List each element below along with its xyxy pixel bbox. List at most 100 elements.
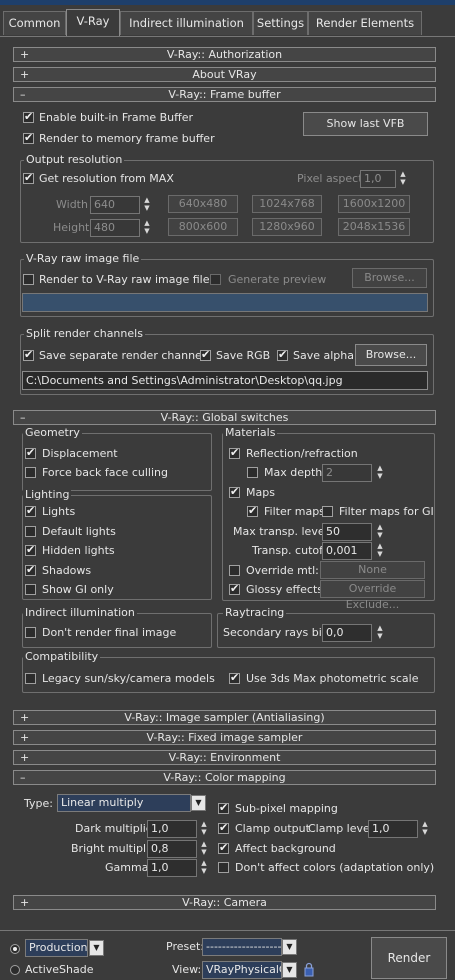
- override-mtl-checkbox[interactable]: [229, 565, 240, 576]
- preset-1280x960-button[interactable]: 1280x960: [252, 218, 322, 236]
- activeshade-radio[interactable]: [10, 965, 20, 975]
- expand-icon: +: [20, 711, 30, 724]
- show-gi-only-checkbox[interactable]: [25, 584, 36, 595]
- filter-maps-gi-checkbox[interactable]: [322, 506, 333, 517]
- max-transp-levels-spinner[interactable]: 50: [322, 523, 372, 541]
- max-depth-spinner[interactable]: 2: [322, 464, 372, 482]
- save-alpha-checkbox[interactable]: ✔: [277, 348, 288, 361]
- save-rgb-checkbox[interactable]: ✔: [200, 348, 211, 361]
- tab-indirect-illumination[interactable]: Indirect illumination: [120, 11, 253, 35]
- spinner-arrows-icon[interactable]: ▲ ▼: [199, 859, 209, 877]
- spinner-arrows-icon[interactable]: ▲ ▼: [199, 820, 209, 838]
- rollout-camera[interactable]: + V-Ray:: Camera: [13, 895, 436, 910]
- render-raw-checkbox[interactable]: [23, 274, 34, 285]
- lock-icon[interactable]: [303, 962, 315, 977]
- lights-checkbox[interactable]: ✔: [25, 504, 36, 517]
- clamp-output-checkbox[interactable]: ✔: [218, 821, 229, 834]
- transp-cutoff-label: Transp. cutoff: [252, 544, 327, 557]
- split-path-field[interactable]: C:\Documents and Settings\Administrator\…: [22, 371, 428, 390]
- height-spinner[interactable]: 480: [90, 219, 140, 237]
- render-bottom-bar: Production ▼ ActiveShade Preset: -------…: [0, 930, 455, 980]
- spinner-arrows-icon[interactable]: ▲ ▼: [398, 170, 408, 188]
- default-lights-checkbox[interactable]: [25, 526, 36, 537]
- tab-vray[interactable]: V-Ray: [66, 9, 120, 36]
- transp-cutoff-spinner[interactable]: 0,001: [322, 542, 372, 560]
- reflection-refraction-checkbox[interactable]: ✔: [229, 446, 240, 459]
- rollout-about[interactable]: + About VRay: [13, 67, 436, 82]
- enable-frame-buffer-checkbox[interactable]: ✔: [23, 110, 34, 123]
- sub-pixel-label: Sub-pixel mapping: [235, 802, 338, 815]
- max-depth-checkbox[interactable]: [247, 467, 258, 478]
- rollout-global-switches[interactable]: – V-Ray:: Global switches: [13, 410, 436, 425]
- legacy-sun-checkbox[interactable]: [25, 673, 36, 684]
- tab-common[interactable]: Common: [3, 11, 66, 35]
- show-last-vfb-button[interactable]: Show last VFB: [303, 112, 428, 136]
- preset-800x600-button[interactable]: 800x600: [168, 218, 238, 236]
- dropdown-arrow-icon[interactable]: ▼: [282, 962, 297, 978]
- force-back-face-checkbox[interactable]: [25, 467, 36, 478]
- rollout-color-mapping[interactable]: – V-Ray:: Color mapping: [13, 770, 436, 785]
- spinner-arrows-icon[interactable]: ▲ ▼: [142, 219, 152, 237]
- checkmark-icon: ✔: [26, 446, 36, 459]
- spinner-arrows-icon[interactable]: ▲ ▼: [375, 624, 385, 642]
- tab-settings[interactable]: Settings: [253, 11, 308, 35]
- shadows-checkbox[interactable]: ✔: [25, 563, 36, 576]
- dropdown-arrow-icon[interactable]: ▼: [89, 940, 104, 956]
- sub-pixel-checkbox[interactable]: ✔: [218, 801, 229, 814]
- dropdown-arrow-icon[interactable]: ▼: [282, 939, 297, 955]
- pixel-aspect-spinner[interactable]: 1,0: [360, 170, 396, 188]
- affect-background-checkbox[interactable]: ✔: [218, 841, 229, 854]
- clamp-output-label: Clamp output: [235, 822, 310, 835]
- render-to-memory-checkbox[interactable]: ✔: [23, 131, 34, 144]
- show-gi-only-label: Show GI only: [42, 583, 114, 596]
- rollout-frame-buffer[interactable]: – V-Ray:: Frame buffer: [13, 87, 436, 102]
- dont-render-final-checkbox[interactable]: [25, 627, 36, 638]
- raw-file-path-field[interactable]: [22, 293, 428, 312]
- browse-split-button[interactable]: Browse...: [355, 344, 427, 366]
- rollout-environment[interactable]: + V-Ray:: Environment: [13, 750, 436, 765]
- dropdown-arrow-icon[interactable]: ▼: [191, 795, 206, 811]
- glossy-effects-checkbox[interactable]: ✔: [229, 582, 240, 595]
- view-dropdown[interactable]: VRayPhysicalCa: [202, 961, 282, 979]
- displacement-checkbox[interactable]: ✔: [25, 446, 36, 459]
- rollout-title: V-Ray:: Color mapping: [163, 771, 286, 784]
- preset-2048x1536-button[interactable]: 2048x1536: [338, 218, 410, 236]
- production-radio[interactable]: [10, 944, 20, 954]
- preset-dropdown[interactable]: --------------------------: [202, 938, 282, 956]
- checkmark-icon: ✔: [230, 446, 240, 459]
- clamp-level-spinner[interactable]: 1,0: [368, 820, 418, 838]
- generate-preview-checkbox[interactable]: [210, 274, 221, 285]
- filter-maps-checkbox[interactable]: ✔: [247, 504, 258, 517]
- width-spinner[interactable]: 640: [90, 196, 140, 214]
- dark-multiplier-spinner[interactable]: 1,0: [147, 820, 197, 838]
- rollout-authorization[interactable]: + V-Ray:: Authorization: [13, 47, 436, 62]
- render-button[interactable]: Render: [371, 937, 447, 979]
- save-separate-channels-checkbox[interactable]: ✔: [23, 348, 34, 361]
- browse-raw-button[interactable]: Browse...: [352, 268, 427, 288]
- preset-1600x1200-button[interactable]: 1600x1200: [338, 195, 410, 213]
- spinner-arrows-icon[interactable]: ▲ ▼: [142, 196, 152, 214]
- spinner-arrows-icon[interactable]: ▲ ▼: [375, 542, 385, 560]
- production-dropdown[interactable]: Production: [25, 939, 88, 957]
- photometric-scale-checkbox[interactable]: ✔: [229, 671, 240, 684]
- preset-640x480-button[interactable]: 640x480: [168, 195, 238, 213]
- override-exclude-button[interactable]: Override Exclude...: [320, 580, 425, 611]
- rollout-image-sampler[interactable]: + V-Ray:: Image sampler (Antialiasing): [13, 710, 436, 725]
- affect-background-label: Affect background: [235, 842, 336, 855]
- get-resolution-checkbox[interactable]: ✔: [23, 171, 34, 184]
- spinner-arrows-icon[interactable]: ▲ ▼: [375, 464, 385, 482]
- spinner-arrows-icon[interactable]: ▲ ▼: [420, 820, 430, 838]
- override-mtl-button[interactable]: None: [320, 561, 425, 579]
- secondary-rays-bias-spinner[interactable]: 0,0: [322, 624, 372, 642]
- color-mapping-type-dropdown[interactable]: Linear multiply: [57, 794, 191, 812]
- rollout-fixed-image-sampler[interactable]: + V-Ray:: Fixed image sampler: [13, 730, 436, 745]
- tab-render-elements[interactable]: Render Elements: [308, 11, 422, 35]
- maps-checkbox[interactable]: ✔: [229, 485, 240, 498]
- preset-1024x768-button[interactable]: 1024x768: [252, 195, 322, 213]
- spinner-arrows-icon[interactable]: ▲ ▼: [375, 523, 385, 541]
- gamma-spinner[interactable]: 1,0: [147, 859, 197, 877]
- bright-multiplier-spinner[interactable]: 0,8: [147, 840, 197, 858]
- dont-affect-colors-checkbox[interactable]: [218, 862, 229, 873]
- hidden-lights-checkbox[interactable]: ✔: [25, 543, 36, 556]
- spinner-arrows-icon[interactable]: ▲ ▼: [199, 840, 209, 858]
